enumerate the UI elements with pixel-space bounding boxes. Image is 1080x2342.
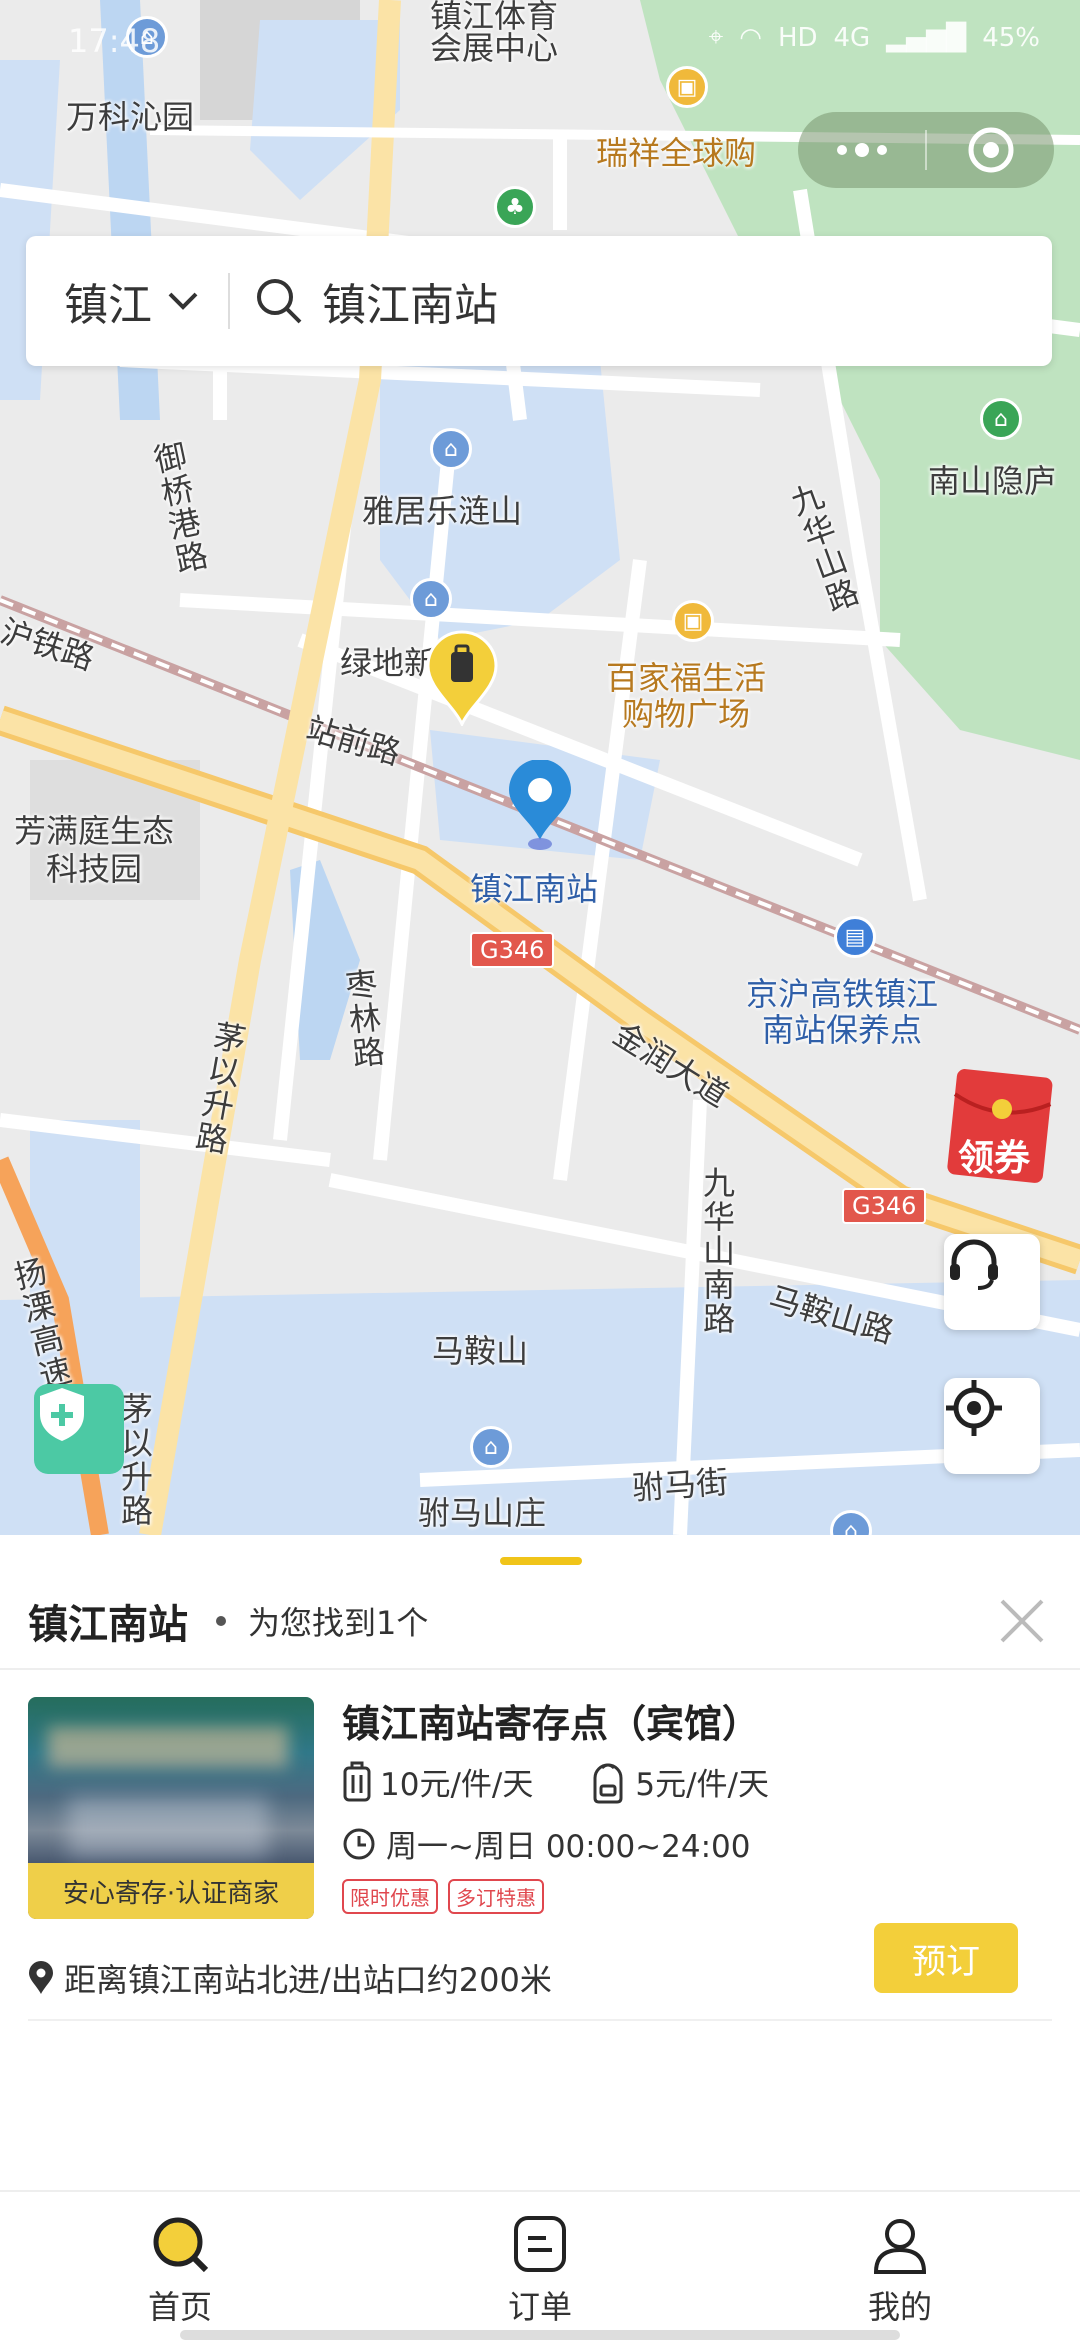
bottom-tab-bar: 首页 订单 我的 <box>0 2190 1080 2342</box>
location-pin-icon <box>509 760 571 850</box>
crosshair-icon <box>946 1380 1002 1436</box>
headset-icon <box>950 1239 998 1290</box>
network-label: 4G <box>833 22 871 53</box>
park-icon: ♣ <box>494 186 536 228</box>
search-divider <box>228 273 230 329</box>
store-name: 镇江南站寄存点（宾馆） <box>342 1702 761 1746</box>
status-time: 17:48 <box>68 22 161 60</box>
map-label: 九华山南路 <box>698 1166 736 1336</box>
map-label: 驸马街 <box>630 1462 730 1508</box>
tab-profile-label: 我的 <box>867 2288 932 2326</box>
home-search-icon <box>153 2217 209 2273</box>
bus-icon: ▤ <box>834 916 876 958</box>
results-title: 镇江南站 <box>28 1602 188 1648</box>
city-selector[interactable]: 镇江 <box>26 269 200 333</box>
map-pin-icon <box>29 1961 53 1994</box>
backpack-icon <box>593 1763 623 1803</box>
divider <box>0 1668 1080 1670</box>
divider <box>28 2019 1052 2021</box>
shopping-icon: ▣ <box>672 600 714 642</box>
shield-icon <box>40 1388 84 1441</box>
road-shield: G346 <box>470 932 555 968</box>
hours-text: 周一~周日 00:00~24:00 <box>386 1829 751 1865</box>
luggage-price: 10元/件/天 <box>342 1759 533 1804</box>
coupon-label: 领券 <box>958 1138 1031 1179</box>
close-miniprogram-button[interactable] <box>927 112 1054 188</box>
target-close-icon <box>968 127 1013 173</box>
distance-text: 距离镇江南站北进/出站口约200米 <box>64 1961 552 1999</box>
opening-hours: 周一~周日 00:00~24:00 <box>342 1821 750 1866</box>
insurance-button[interactable] <box>34 1384 124 1474</box>
suitcase-icon <box>343 1761 371 1801</box>
store-photo: 安心寄存·认证商家 <box>28 1697 314 1919</box>
map-view[interactable]: 万科沁园 镇江体育 会展中心 瑞祥全球购 南山隐庐 雅居乐涟山 绿地新城 百家福… <box>0 0 1080 1535</box>
search-input[interactable]: 镇江南站 <box>322 269 498 333</box>
results-count: 为您找到1个 <box>248 1604 429 1642</box>
map-label: 马鞍山 <box>432 1332 529 1370</box>
luggage-store-marker[interactable] <box>424 630 500 726</box>
price-row: 10元/件/天 5元/件/天 <box>342 1759 825 1804</box>
customer-service-button[interactable] <box>944 1234 1040 1330</box>
tab-home[interactable]: 首页 <box>100 2212 260 2328</box>
signal-icon: ▂▄▆█ <box>886 22 967 53</box>
coupon-button[interactable]: 领券 <box>946 1065 1054 1183</box>
results-sheet: 镇江南站 为您找到1个 安心寄存·认证商家 镇江南站寄存点（宾馆） 10元/件/… <box>0 1535 1080 2190</box>
bag-price: 5元/件/天 <box>589 1759 769 1804</box>
more-dots-icon <box>836 143 887 157</box>
sheet-drag-handle[interactable] <box>500 1557 582 1565</box>
map-label: 南山隐庐 <box>928 462 1057 500</box>
residence-icon: ⌂ <box>430 428 472 470</box>
store-card[interactable]: 安心寄存·认证商家 镇江南站寄存点（宾馆） 10元/件/天 5元/件/天 周一~… <box>28 1697 1052 1937</box>
status-bar: 17:48 ⌖ ◠ HD 4G ▂▄▆█ 45% <box>0 0 1080 80</box>
results-header: 镇江南站 为您找到1个 <box>28 1587 1052 1655</box>
clock-icon <box>343 1828 375 1859</box>
miniprogram-capsule <box>798 112 1054 188</box>
promo-badge: 多订特惠 <box>448 1879 544 1914</box>
map-label: 瑞祥全球购 <box>596 134 757 172</box>
promo-badge: 限时优惠 <box>342 1879 438 1914</box>
map-label: 雅居乐涟山 <box>362 492 523 530</box>
search-bar: 镇江 镇江南站 <box>26 236 1052 366</box>
luggage-price-text: 10元/件/天 <box>380 1767 534 1803</box>
tab-orders-label: 订单 <box>507 2288 572 2326</box>
distance-info: 距离镇江南站北进/出站口约200米 <box>28 1955 552 2001</box>
park-icon: ⌂ <box>980 398 1022 440</box>
residence-icon: ⌂ <box>470 1426 512 1468</box>
battery-label: 45% <box>982 22 1040 53</box>
tab-orders[interactable]: 订单 <box>460 2212 620 2328</box>
bag-price-text: 5元/件/天 <box>635 1767 769 1803</box>
book-button[interactable]: 预订 <box>874 1923 1018 1993</box>
residence-icon: ⌂ <box>410 578 452 620</box>
city-label: 镇江 <box>64 280 152 331</box>
more-button[interactable] <box>798 112 925 188</box>
wifi-icon: ◠ <box>739 22 762 53</box>
user-icon <box>873 2219 927 2274</box>
search-icon <box>257 279 302 324</box>
map-label: 驸马山庄 <box>418 1494 547 1532</box>
hd-label: HD <box>777 22 818 53</box>
location-status-icon: ⌖ <box>708 22 724 52</box>
locate-me-button[interactable] <box>944 1378 1040 1474</box>
map-label: 万科沁园 <box>66 98 195 136</box>
map-label: 百家福生活 购物广场 <box>606 659 767 733</box>
map-label: 京沪高铁镇江 南站保养点 <box>746 975 939 1049</box>
home-indicator <box>180 2330 900 2340</box>
road-shield: G346 <box>842 1188 927 1224</box>
promo-badges: 限时优惠 多订特惠 <box>342 1879 544 1914</box>
close-icon[interactable] <box>992 1591 1052 1651</box>
tab-home-label: 首页 <box>147 2288 212 2326</box>
chevron-down-icon <box>168 292 198 310</box>
certified-tag: 安心寄存·认证商家 <box>28 1863 314 1919</box>
map-label-station: 镇江南站 <box>470 870 599 908</box>
tab-profile[interactable]: 我的 <box>820 2212 980 2328</box>
map-label: 芳满庭生态 科技园 <box>14 812 175 888</box>
separator-dot <box>216 1616 226 1626</box>
order-icon <box>514 2216 566 2272</box>
